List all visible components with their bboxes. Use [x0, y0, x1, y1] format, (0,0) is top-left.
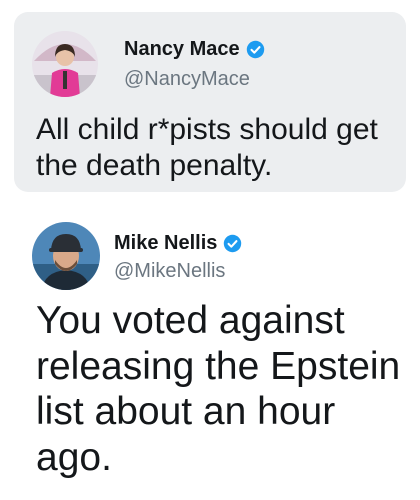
verified-badge-icon	[246, 40, 265, 59]
mike-name-row: Mike Nellis	[114, 232, 242, 255]
tweet-text: You voted against releasing the Epstein …	[36, 299, 401, 479]
handle[interactable]: @MikeNellis	[114, 260, 225, 283]
handle[interactable]: @NancyMace	[124, 68, 250, 91]
nancy-name-row: Nancy Mace	[124, 38, 265, 61]
display-name[interactable]: Nancy Mace	[124, 38, 240, 61]
quoted-tweet-card[interactable]: Nancy Mace @NancyMace All child r*pists …	[14, 12, 406, 192]
screenshot: Nancy Mace @NancyMace All child r*pists …	[0, 0, 420, 500]
verified-badge-icon	[223, 234, 242, 253]
display-name[interactable]: Mike Nellis	[114, 232, 217, 255]
tweet-text: All child r*pists should get the death p…	[36, 113, 378, 182]
nancy-mace-avatar[interactable]	[32, 31, 98, 97]
mike-nellis-avatar[interactable]	[32, 222, 100, 290]
